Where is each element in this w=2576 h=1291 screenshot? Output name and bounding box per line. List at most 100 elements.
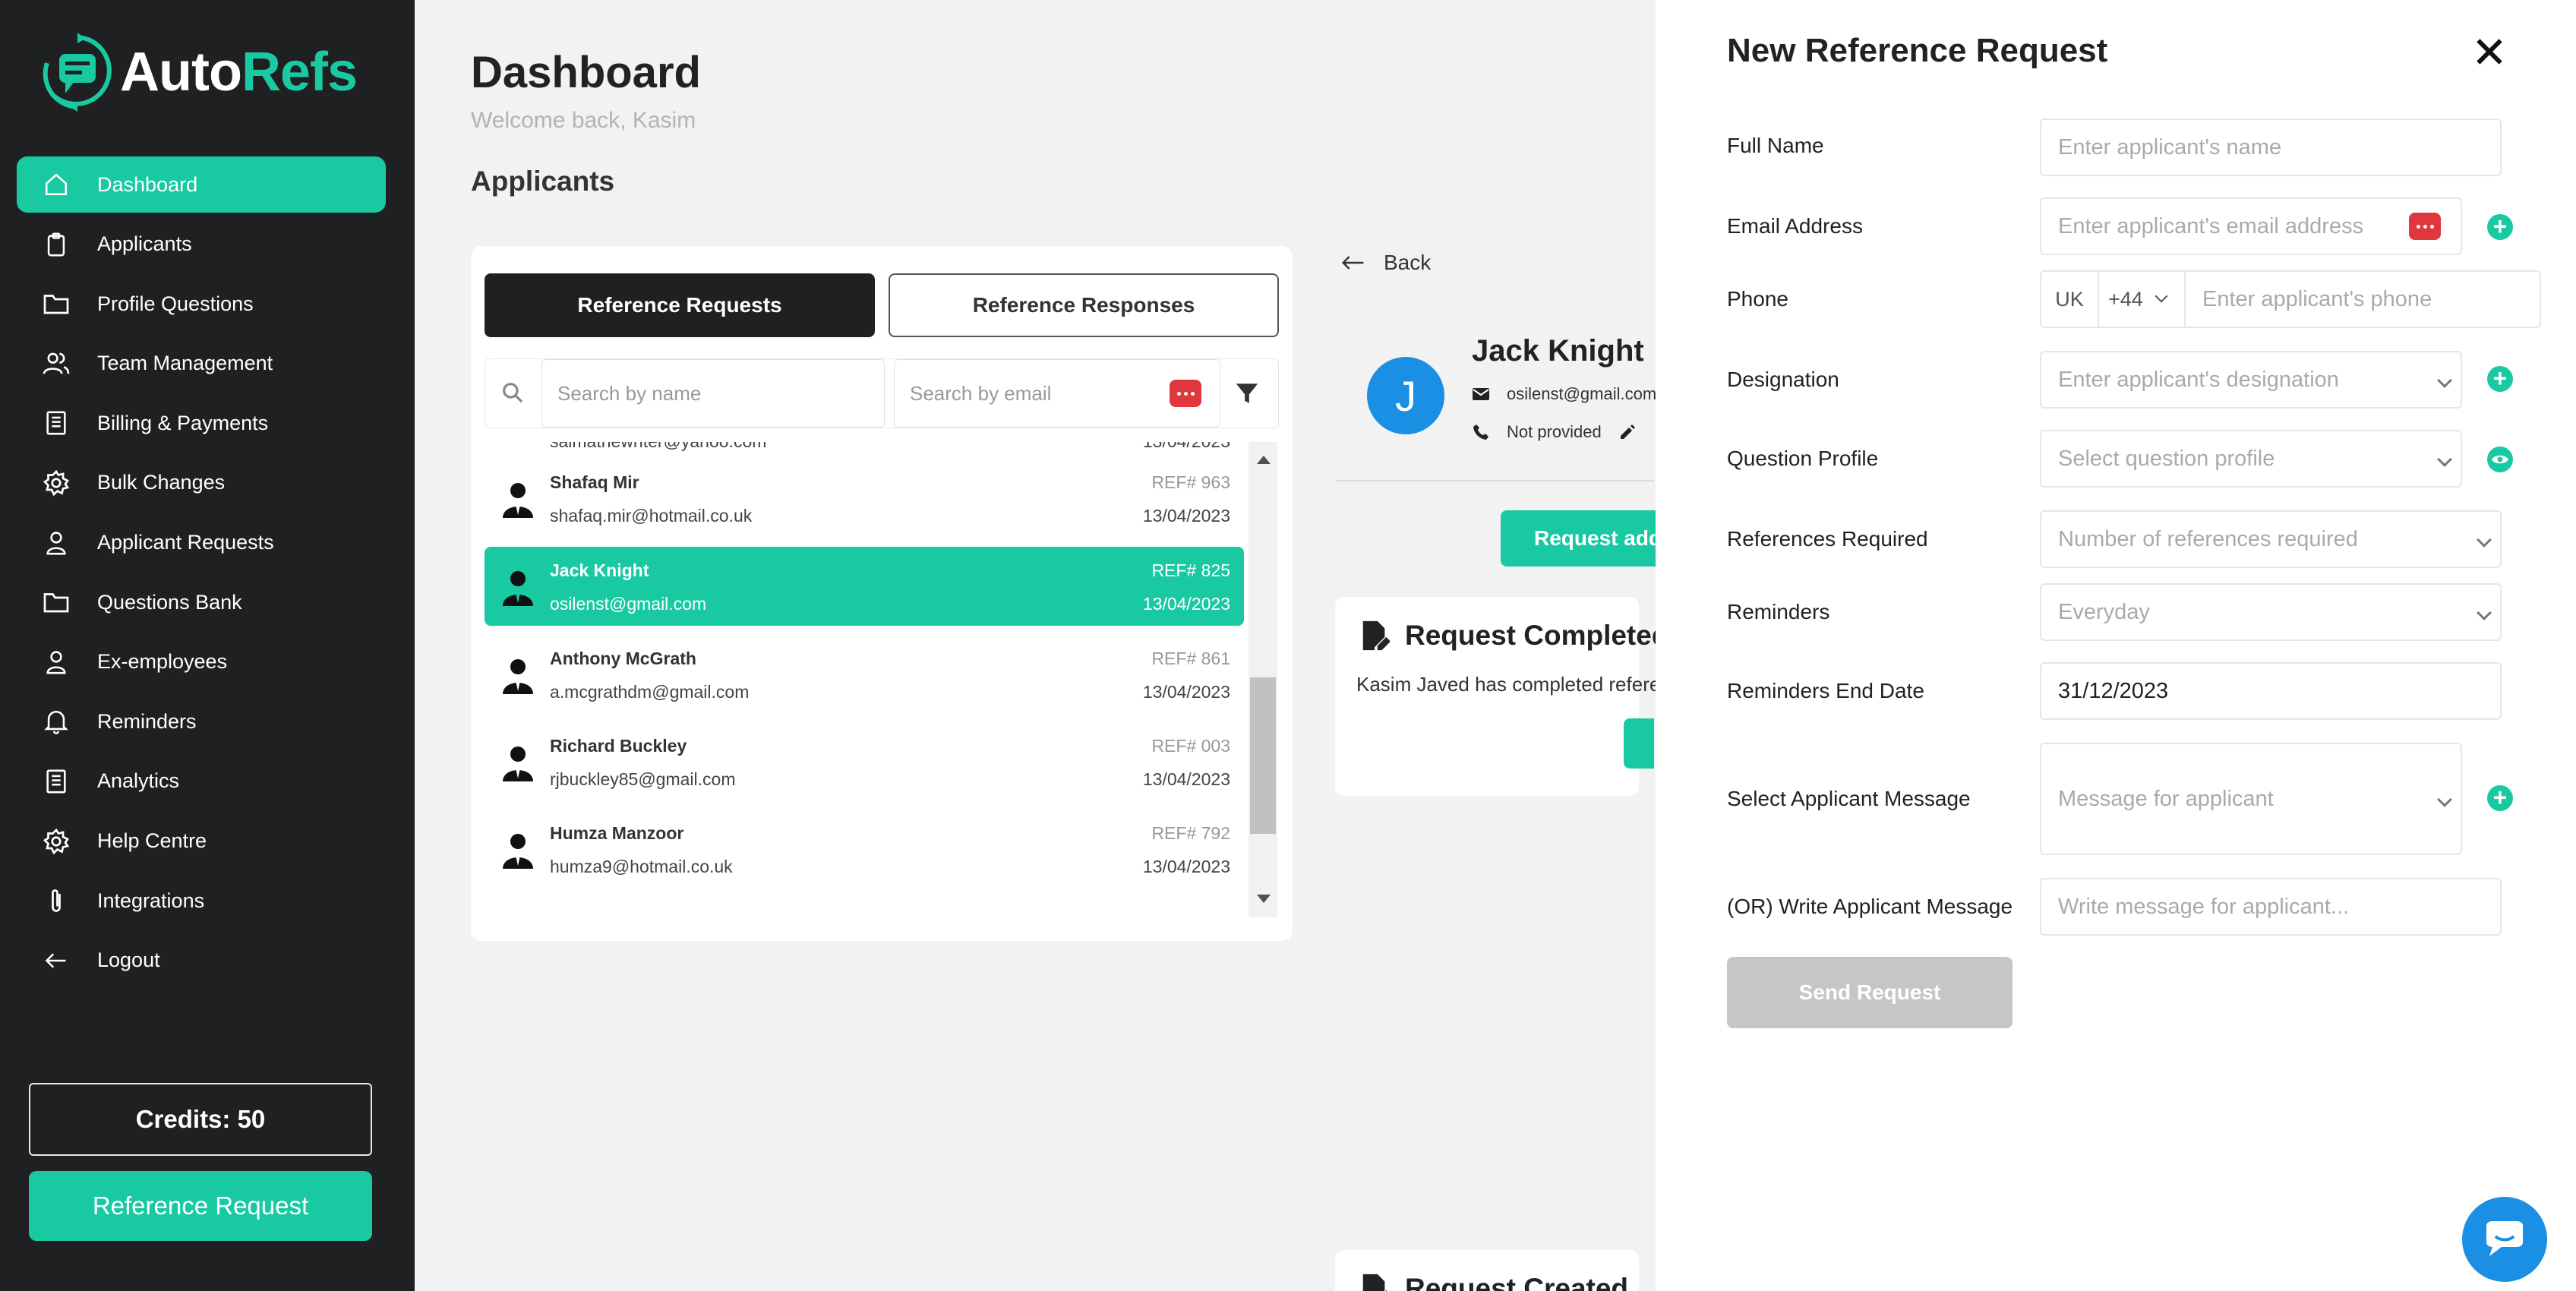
sidebar-nav: Dashboard Applicants Profile Questions T… (17, 156, 386, 992)
select-message-select[interactable]: Message for applicant (2040, 743, 2462, 855)
sidebar-item-applicants[interactable]: Applicants (17, 216, 386, 273)
users-icon (41, 349, 71, 379)
gear-icon (41, 826, 71, 857)
phone-input[interactable]: Enter applicant's phone (2184, 270, 2541, 328)
sidebar-item-integrations[interactable]: Integrations (17, 873, 386, 929)
sidebar-item-label: Reminders (97, 709, 197, 733)
applicant-email-row: osilenst@gmail.com (1472, 384, 1656, 404)
designation-placeholder: Enter applicant's designation (2058, 367, 2339, 392)
receipt-icon (41, 766, 71, 797)
chevron-down-icon (2437, 792, 2452, 807)
reference-request-button[interactable]: Reference Request (29, 1171, 372, 1241)
list-item-ref: REF# 825 (1151, 560, 1230, 580)
question-profile-select[interactable]: Select question profile (2040, 430, 2462, 488)
send-request-button[interactable]: Send Request (1727, 957, 2012, 1028)
scroll-down-arrow[interactable] (1257, 895, 1271, 903)
sidebar-item-label: Help Centre (97, 829, 207, 853)
password-manager-icon[interactable] (1170, 380, 1201, 407)
list-item-email: rjbuckley85@gmail.com (550, 769, 736, 789)
email-input[interactable]: Enter applicant's email address (2040, 197, 2462, 255)
phone-icon (1473, 425, 1488, 440)
tab-reference-responses[interactable]: Reference Responses (889, 273, 1279, 337)
designation-select[interactable]: Enter applicant's designation (2040, 351, 2462, 409)
reminders-value: Everyday (2058, 599, 2150, 624)
write-message-input[interactable]: Write message for applicant... (2040, 878, 2502, 936)
search-name-input[interactable]: Search by name (541, 359, 885, 428)
sidebar-item-team-management[interactable]: Team Management (17, 336, 386, 392)
folder-icon (41, 289, 71, 319)
home-icon (41, 169, 71, 200)
list-item-cut[interactable]: salmathewriter@yahoo.com 13/04/2023 (485, 442, 1244, 453)
list-item[interactable]: Shafaq Mir shafaq.mir@hotmail.co.uk REF#… (485, 459, 1244, 538)
scroll-up-arrow[interactable] (1257, 456, 1271, 464)
sidebar-item-dashboard[interactable]: Dashboard (17, 156, 386, 213)
drawer-title: New Reference Request (1727, 32, 2108, 69)
sidebar-item-label: Bulk Changes (97, 471, 226, 494)
tab-reference-requests[interactable]: Reference Requests (485, 273, 875, 337)
sidebar-item-profile-questions[interactable]: Profile Questions (17, 276, 386, 332)
list-item-name: Humza Manzoor (550, 823, 684, 843)
logo-chat-icon (41, 33, 114, 112)
filter-icon[interactable] (1234, 380, 1260, 410)
scrollbar-thumb[interactable] (1250, 677, 1276, 834)
chevron-down-icon (2477, 532, 2492, 548)
add-email-icon[interactable]: + (2487, 214, 2513, 240)
list-item-name: Richard Buckley (550, 736, 687, 756)
person-avatar-icon (501, 481, 535, 522)
password-manager-icon[interactable] (2409, 213, 2441, 240)
list-item-name: Shafaq Mir (550, 472, 639, 492)
sidebar-item-help-centre[interactable]: Help Centre (17, 813, 386, 870)
list-item-selected[interactable]: Jack Knight osilenst@gmail.com REF# 825 … (485, 547, 1244, 626)
list-scrollbar[interactable] (1249, 442, 1277, 917)
reminders-select[interactable]: Everyday (2040, 583, 2502, 641)
close-icon[interactable] (2473, 35, 2506, 68)
sidebar-item-label: Profile Questions (97, 292, 254, 315)
sidebar-item-applicant-requests[interactable]: Applicant Requests (17, 515, 386, 571)
sidebar-item-ex-employees[interactable]: Ex-employees (17, 634, 386, 690)
chevron-down-icon (2155, 289, 2168, 303)
sidebar-item-questions-bank[interactable]: Questions Bank (17, 574, 386, 630)
person-avatar-icon (501, 658, 535, 698)
chat-bubble-icon (2486, 1221, 2523, 1256)
mail-icon (1473, 388, 1489, 400)
list-item[interactable]: Anthony McGrath a.mcgrathdm@gmail.com RE… (485, 635, 1244, 714)
arrow-left-icon (1341, 256, 1364, 270)
add-message-icon[interactable]: + (2487, 785, 2513, 811)
phone-code-select[interactable]: +44 (2098, 270, 2186, 328)
new-reference-request-drawer: New Reference Request Full Name Enter ap… (1656, 0, 2576, 1291)
applicant-email: osilenst@gmail.com (1507, 384, 1657, 403)
edit-pencil-icon[interactable] (1618, 423, 1637, 441)
sidebar-item-label: Billing & Payments (97, 411, 269, 434)
list-item-email: humza9@hotmail.co.uk (550, 857, 733, 876)
paperclip-icon (41, 885, 71, 916)
chat-button[interactable] (2462, 1197, 2547, 1282)
back-button[interactable]: Back (1341, 251, 1431, 275)
sidebar-item-logout[interactable]: Logout (17, 933, 386, 989)
reminders-end-date-input[interactable]: 31/12/2023 (2040, 662, 2502, 720)
list-item[interactable]: Humza Manzoor humza9@hotmail.co.uk REF# … (485, 810, 1244, 889)
references-required-select[interactable]: Number of references required (2040, 510, 2502, 568)
eye-icon[interactable] (2487, 447, 2513, 472)
sidebar-item-analytics[interactable]: Analytics (17, 753, 386, 810)
page-title: Dashboard (471, 48, 701, 97)
references-required-label: References Required (1727, 527, 1928, 551)
receipt-icon (41, 408, 71, 438)
list-item-date: 13/04/2023 (1143, 442, 1230, 452)
app-logo[interactable]: AutoRefs (41, 30, 358, 114)
add-designation-icon[interactable]: + (2487, 366, 2513, 392)
request-completed-action[interactable] (1624, 718, 1654, 769)
full-name-input[interactable]: Enter applicant's name (2040, 118, 2502, 176)
request-completed-card: Request Completed Kasim Javed has comple… (1335, 597, 1668, 796)
person-avatar-icon (501, 832, 535, 873)
search-email-input[interactable]: Search by email (894, 359, 1220, 428)
email-label: Email Address (1727, 214, 1863, 238)
sidebar-item-bulk-changes[interactable]: Bulk Changes (17, 455, 386, 511)
document-edit-icon (1362, 620, 1390, 651)
sidebar-item-billing-payments[interactable]: Billing & Payments (17, 395, 386, 451)
document-edit-icon (1362, 1274, 1387, 1291)
list-item[interactable]: Richard Buckley rjbuckley85@gmail.com RE… (485, 722, 1244, 801)
list-item-date: 13/04/2023 (1142, 506, 1230, 526)
phone-country[interactable]: UK (2040, 270, 2099, 328)
applicant-avatar: J (1367, 357, 1444, 434)
sidebar-item-reminders[interactable]: Reminders (17, 693, 386, 750)
